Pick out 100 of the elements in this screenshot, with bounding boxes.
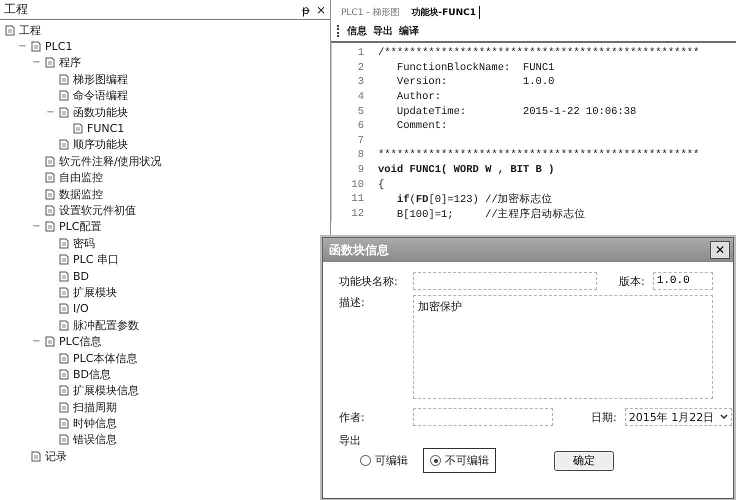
editor-tab[interactable]: PLC1 - 梯形图 <box>341 6 404 19</box>
document-icon <box>58 74 70 85</box>
line-number: 5 <box>356 106 365 118</box>
tree-item[interactable]: 扫描周期 <box>73 400 117 415</box>
tree-item[interactable]: 错误信息 <box>73 432 117 448</box>
tree-item[interactable]: 扩展模块 <box>73 284 117 300</box>
tree-item[interactable]: PLC1 <box>45 40 72 54</box>
line-number: 12 <box>350 208 365 220</box>
document-icon <box>58 303 70 314</box>
close-button[interactable]: ✕ <box>710 241 730 259</box>
pin-button[interactable]: ᵽ <box>302 2 310 16</box>
tree-item[interactable]: BD <box>73 270 90 283</box>
collapse-toggle[interactable]: − <box>32 57 41 68</box>
tree-item[interactable]: 命令语编程 <box>73 88 128 104</box>
line-number: 11 <box>350 193 365 206</box>
tree-item[interactable]: BD信息 <box>73 366 112 382</box>
close-button[interactable]: × <box>316 2 326 16</box>
document-icon <box>58 286 70 298</box>
document-icon <box>58 402 70 413</box>
tree-item[interactable]: 设置软元件初值 <box>59 202 136 218</box>
document-icon <box>4 24 16 36</box>
document-icon <box>44 336 56 348</box>
document-icon <box>44 57 56 68</box>
version-field[interactable]: 1.0.0 <box>652 272 713 290</box>
line-number: 2 <box>356 62 365 74</box>
field-label: 功能块名称: <box>339 274 399 288</box>
radio-option[interactable]: 不可编辑 <box>423 448 496 473</box>
line-number: 10 <box>350 178 365 191</box>
document-icon <box>44 156 56 167</box>
code-line: Author: <box>396 91 442 104</box>
document-icon <box>58 385 70 396</box>
collapse-toggle[interactable]: − <box>32 336 41 348</box>
tree-item[interactable]: PLC配置 <box>59 219 102 234</box>
tree-item[interactable]: 数据监控 <box>59 186 103 202</box>
tree-item[interactable]: 函数功能块 <box>73 104 128 120</box>
tree-item[interactable]: 顺序功能块 <box>73 137 128 152</box>
code-line: Version: 1.0.0 <box>396 76 554 88</box>
document-icon <box>58 270 70 282</box>
line-number: 6 <box>356 120 365 132</box>
code-line: { <box>378 178 384 191</box>
line-number: 3 <box>356 76 365 88</box>
document-icon <box>44 172 56 184</box>
code-line: FunctionBlockName: FUNC1 <box>396 62 554 74</box>
tree-item[interactable]: PLC 串口 <box>73 252 119 268</box>
author-field[interactable] <box>413 408 553 426</box>
ok-button[interactable]: 确定 <box>554 450 614 470</box>
tree-item[interactable]: 时钟信息 <box>73 416 117 432</box>
document-icon <box>58 368 70 380</box>
field-label: 日期: <box>591 410 617 424</box>
document-icon <box>58 238 70 249</box>
field-label: 作者: <box>339 410 366 424</box>
document-icon <box>58 254 70 266</box>
document-icon <box>30 450 42 462</box>
collapse-toggle[interactable]: − <box>32 221 41 232</box>
tree-item[interactable]: 软元件注释/使用状况 <box>59 154 162 169</box>
code-line: if(FD[0]=123) //加密标志位 <box>396 192 553 206</box>
editor-tab[interactable]: 功能块-FUNC1 <box>411 6 480 19</box>
code-line: Comment: <box>396 120 448 132</box>
document-icon <box>58 352 70 364</box>
line-number: 9 <box>356 164 365 176</box>
line-number: 1 <box>356 47 365 60</box>
document-icon <box>30 41 42 52</box>
date-picker[interactable]: 2015年 1月22日 <box>624 408 732 426</box>
tree-item[interactable]: 扩展模块信息 <box>73 383 139 398</box>
toolbar-item[interactable]: 编译 <box>399 24 419 38</box>
document-icon <box>58 106 70 118</box>
document-icon <box>58 139 70 150</box>
name-field[interactable] <box>413 272 597 290</box>
dialog-title: 函数块信息 <box>329 242 389 258</box>
tree-item[interactable]: FUNC1 <box>87 122 124 136</box>
radio-button[interactable] <box>430 455 441 466</box>
tree-item[interactable]: 梯形图编程 <box>73 72 128 87</box>
field-label: 描述: <box>339 295 366 310</box>
radio-option[interactable]: 可编辑 <box>353 448 415 473</box>
field-label: 版本: <box>619 274 645 288</box>
toolbar-item[interactable]: 信息 <box>347 24 367 38</box>
code-line: *************************************************** <box>378 149 700 162</box>
tree-item[interactable]: 工程 <box>19 22 41 38</box>
toolbar-item[interactable]: 导出 <box>373 24 393 38</box>
description-field[interactable]: 加密保护 <box>413 295 713 399</box>
line-number: 4 <box>356 91 365 104</box>
tree-item[interactable]: 自由监控 <box>59 170 103 186</box>
code-line: void FUNC1( WORD W , BIT B ) <box>378 164 554 176</box>
tree-item[interactable]: 程序 <box>59 55 81 70</box>
panel-title: 工程 <box>4 1 28 18</box>
tree-item[interactable]: 记录 <box>45 448 67 464</box>
tree-item[interactable]: 脉冲配置参数 <box>73 318 139 333</box>
chevron-icon <box>720 414 728 420</box>
tree-item[interactable]: I/O <box>73 302 89 316</box>
code-line: UpdateTime: 2015-1-22 10:06:38 <box>396 106 636 118</box>
field-label: 导出 <box>339 433 362 448</box>
tree-item[interactable]: 密码 <box>73 236 95 251</box>
collapse-toggle[interactable]: − <box>46 106 55 118</box>
document-icon <box>44 204 56 216</box>
tree-item[interactable]: PLC信息 <box>59 334 102 350</box>
tree-item[interactable]: PLC本体信息 <box>73 350 138 366</box>
document-icon <box>58 418 70 430</box>
code-line: /************************************************** <box>378 47 700 60</box>
radio-button[interactable] <box>360 455 371 466</box>
collapse-toggle[interactable]: − <box>18 41 27 52</box>
